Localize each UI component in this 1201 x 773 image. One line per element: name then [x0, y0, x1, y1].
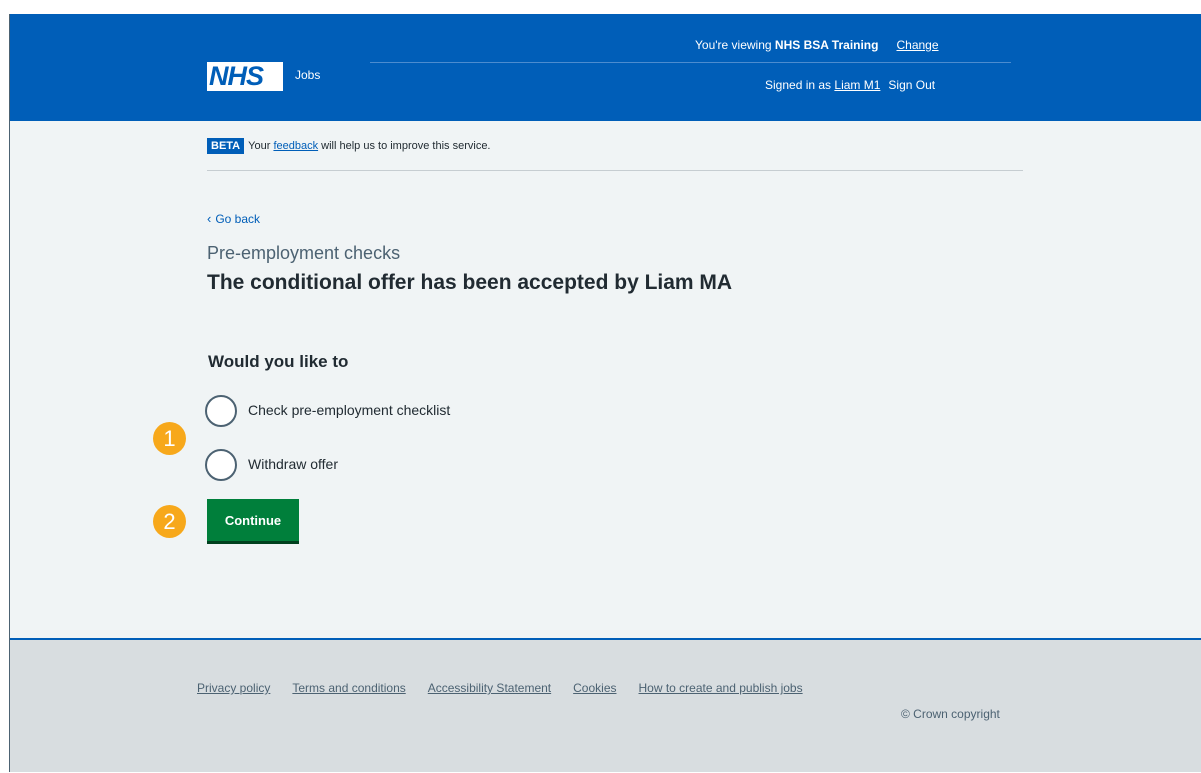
go-back-link[interactable]: ‹ Go back [207, 211, 260, 226]
radio-withdraw-offer[interactable]: Withdraw offer [205, 449, 525, 481]
nhs-logo[interactable]: NHS [207, 62, 283, 91]
continue-button[interactable]: Continue [207, 499, 299, 541]
signed-in-prefix: Signed in as [765, 78, 835, 92]
radio-check-checklist[interactable]: Check pre-employment checklist [205, 395, 525, 427]
browser-viewport: You're viewing NHS BSA Training Change NH… [9, 14, 1201, 772]
go-back-label: Go back [215, 212, 261, 226]
footer-links: Privacy policy Terms and conditions Access… [197, 681, 825, 695]
site-footer: Privacy policy Terms and conditions Access… [10, 638, 1201, 772]
beta-tag: BETA [207, 138, 245, 154]
feedback-link[interactable]: feedback [273, 140, 318, 152]
site-header: You're viewing NHS BSA Training Change NH… [10, 14, 1201, 121]
footer-link-privacy[interactable]: Privacy policy [197, 681, 270, 695]
sign-out-link[interactable]: Sign Out [888, 78, 935, 92]
header-divider [370, 62, 1011, 63]
change-org-link[interactable]: Change [896, 38, 938, 52]
page-title: The conditional offer has been accepted … [207, 271, 733, 294]
page-caption: Pre-employment checks [207, 243, 401, 263]
step-marker-2: 2 [153, 505, 186, 538]
footer-link-accessibility[interactable]: Accessibility Statement [428, 681, 551, 695]
footer-link-how-to[interactable]: How to create and publish jobs [639, 681, 803, 695]
beta-divider [207, 170, 1023, 171]
footer-link-terms[interactable]: Terms and conditions [292, 681, 405, 695]
nhs-logo-text: NHS [209, 61, 264, 91]
radio-label[interactable]: Check pre-employment checklist [248, 402, 450, 418]
service-name[interactable]: Jobs [295, 68, 320, 82]
chevron-left-icon: ‹ [207, 211, 212, 226]
viewing-prefix: You're viewing [695, 38, 775, 52]
step-marker-1: 1 [153, 422, 186, 455]
user-account-link[interactable]: Liam M1 [834, 78, 880, 92]
radio-label[interactable]: Withdraw offer [248, 456, 338, 472]
radio-button[interactable] [205, 395, 237, 427]
radio-button[interactable] [205, 449, 237, 481]
org-switcher: You're viewing NHS BSA Training Change [695, 38, 939, 52]
footer-link-cookies[interactable]: Cookies [573, 681, 616, 695]
beta-banner: BETA Your feedback will help us to improv… [207, 138, 491, 154]
copyright-text: © Crown copyright [901, 707, 1000, 721]
org-name: NHS BSA Training [774, 38, 879, 52]
beta-text-after: will help us to improve this service. [318, 140, 491, 152]
account-bar: Signed in as Liam M1 Sign Out [765, 78, 935, 92]
beta-text-before: Your [248, 140, 274, 152]
radio-question-legend: Would you like to [208, 352, 349, 371]
